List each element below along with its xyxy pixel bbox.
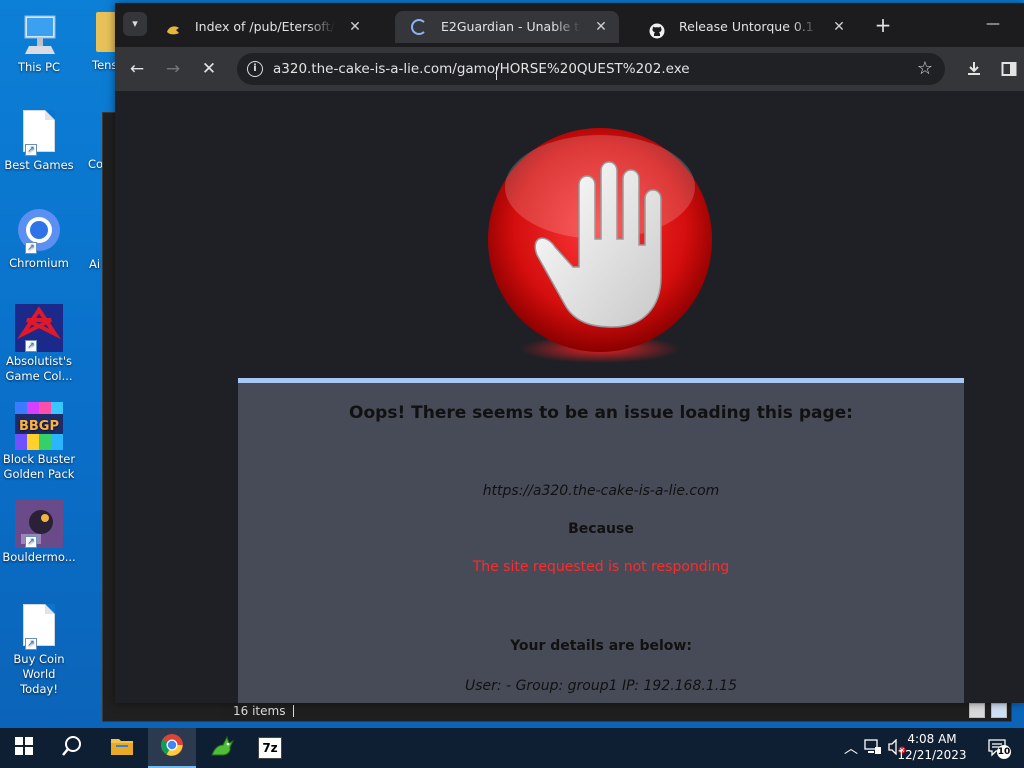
error-heading: Oops! There seems to be an issue loading… — [349, 403, 853, 423]
chromium-icon: ↗ — [15, 206, 63, 254]
desktop-icon-label: Best Games — [4, 158, 74, 172]
tab-title: Release Untorque 0.1 · figment, — [679, 19, 819, 34]
desktop-icon-label-partial: Co — [88, 157, 104, 171]
tab-title: Index of /pub/Etersoft/OFFICE@ — [195, 19, 335, 34]
close-icon[interactable]: ✕ — [347, 11, 363, 43]
taskbar-7zip[interactable]: 7z — [246, 728, 294, 768]
browser-toolbar: ← → ✕ i a320.the-cake-is-a-lie.com/gamo/… — [115, 47, 1024, 91]
details-heading: Your details are below: — [510, 638, 692, 654]
desktop-icon-label: Absolutist's Game Col... — [5, 354, 73, 383]
side-panel-icon — [1001, 62, 1017, 82]
notification-count: 10 — [997, 745, 1011, 759]
item-count: 16 items — [233, 704, 286, 718]
desktop-icon-best-games[interactable]: ↗ Best Games — [2, 108, 76, 173]
text-cursor — [496, 66, 502, 80]
tab-strip: ▾ Index of /pub/Etersoft/OFFICE@ ✕ E2Gua… — [115, 3, 1024, 47]
bookmark-star-icon[interactable]: ☆ — [917, 53, 933, 85]
loading-spinner-icon — [411, 19, 427, 35]
desktop-icon-label-partial: Ai — [89, 257, 101, 271]
arrow-right-icon: → — [165, 59, 181, 79]
stop-x-icon: ✕ — [201, 59, 217, 79]
github-icon — [649, 19, 665, 39]
absolutist-icon: ↗ — [15, 304, 63, 352]
desktop-icon-bouldermouse[interactable]: ↗ Bouldermo... — [2, 500, 76, 565]
desktop-icon-chromium[interactable]: ↗ Chromium — [2, 206, 76, 271]
bird-favicon-icon — [165, 19, 181, 35]
clock[interactable]: 4:08 AM 12/21/2023 — [896, 731, 968, 763]
taskbar-file-explorer[interactable] — [98, 728, 146, 768]
notification-center-button[interactable]: 10 — [988, 738, 1011, 759]
block-reason: The site requested is not responding — [472, 559, 730, 575]
forward-button[interactable]: → — [159, 55, 187, 83]
taskbar: 7z ︿ 4:08 AM 12/21/2023 10 — [0, 728, 1024, 768]
desktop-icon-label: Bouldermo... — [2, 550, 76, 564]
browser-window: ▾ Index of /pub/Etersoft/OFFICE@ ✕ E2Gua… — [115, 3, 1024, 703]
explorer-status-bar: 16 items — [221, 701, 1011, 721]
this-pc-icon — [15, 10, 63, 58]
desktop-icon-label: Chromium — [9, 256, 69, 270]
stop-loading-button[interactable]: ✕ — [195, 55, 223, 83]
windows-start-icon — [15, 737, 33, 759]
because-label: Because — [568, 521, 634, 537]
taskbar-chrome[interactable] — [148, 728, 196, 768]
chevron-down-icon: ▾ — [132, 17, 138, 30]
desktop-icon-label: This PC — [17, 60, 61, 74]
arrow-left-icon: ← — [129, 59, 145, 79]
search-button[interactable] — [48, 728, 96, 768]
site-info-icon[interactable]: i — [247, 61, 263, 77]
document-shortcut-icon: ↗ — [15, 108, 63, 156]
bbgp-icon: BBGP — [15, 402, 63, 450]
tab-e2guardian[interactable]: E2Guardian - Unable to load we ✕ — [395, 11, 619, 43]
address-text: a320.the-cake-is-a-lie.com/gamo/HORSE%20… — [273, 61, 690, 77]
close-icon[interactable]: ✕ — [831, 11, 847, 43]
download-icon — [965, 62, 983, 83]
error-card: Oops! There seems to be an issue loading… — [238, 378, 964, 703]
desktop-icon-label: Buy Coin World Today! — [13, 652, 65, 696]
document-shortcut-icon: ↗ — [15, 602, 63, 650]
stop-hand-icon — [485, 127, 715, 367]
back-button[interactable]: ← — [123, 55, 151, 83]
dragon-app-icon — [209, 733, 235, 763]
user-details: User: - Group: group1 IP: 192.168.1.15 — [464, 678, 737, 694]
desktop-icon-this-pc[interactable]: This PC — [2, 10, 76, 75]
desktop-icon-label: Block Buster Golden Pack — [2, 452, 76, 481]
tab-title: E2Guardian - Unable to load we — [441, 19, 581, 34]
chrome-icon — [160, 733, 184, 761]
clock-date: 12/21/2023 — [897, 748, 967, 762]
start-button[interactable] — [0, 728, 48, 768]
7zip-icon: 7z — [258, 737, 282, 759]
desktop-icon-bbgp[interactable]: BBGP Block Buster Golden Pack — [2, 402, 76, 482]
desktop-icon-label-partial: Tens — [92, 58, 118, 72]
tab-github-release[interactable]: Release Untorque 0.1 · figment, ✕ — [633, 11, 857, 43]
close-icon[interactable]: ✕ — [593, 11, 609, 43]
network-icon[interactable] — [864, 739, 882, 758]
taskbar-dragon-app[interactable] — [198, 728, 246, 768]
chevron-up-icon[interactable]: ︿ — [844, 738, 858, 758]
downloads-button[interactable] — [960, 55, 988, 83]
tab-search-button[interactable]: ▾ — [123, 12, 147, 36]
minimize-button[interactable]: — — [981, 9, 1005, 39]
address-bar[interactable]: i a320.the-cake-is-a-lie.com/gamo/HORSE%… — [237, 53, 945, 85]
folder-icon — [110, 736, 134, 760]
blocked-url: https://a320.the-cake-is-a-lie.com — [482, 483, 720, 499]
clock-time: 4:08 AM — [907, 732, 957, 746]
desktop-icon-buy-coin-world[interactable]: ↗ Buy Coin World Today! — [2, 602, 76, 697]
desktop-icon-absolutist[interactable]: ↗ Absolutist's Game Col... — [2, 304, 76, 384]
side-panel-button[interactable] — [995, 55, 1023, 83]
svg-text:BBGP: BBGP — [19, 419, 59, 434]
page-content: Oops! There seems to be an issue loading… — [115, 91, 1024, 703]
tab-etersoft[interactable]: Index of /pub/Etersoft/OFFICE@ ✕ — [149, 11, 373, 43]
details-view-button[interactable] — [969, 703, 985, 718]
new-tab-button[interactable]: + — [871, 11, 895, 39]
search-icon — [61, 735, 83, 761]
bouldermouse-icon: ↗ — [15, 500, 63, 548]
large-icons-view-button[interactable] — [991, 703, 1007, 718]
